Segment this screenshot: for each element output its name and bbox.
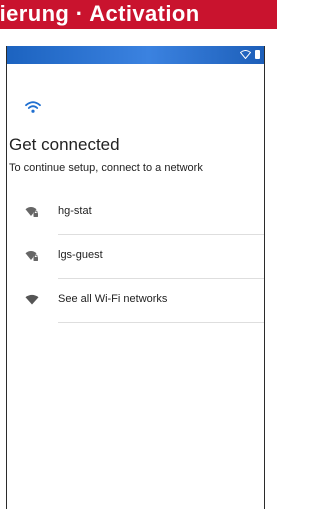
wifi-locked-icon <box>25 207 38 217</box>
network-name: lgs-guest <box>58 249 103 261</box>
see-all-networks-item[interactable]: See all Wi-Fi networks <box>7 279 264 323</box>
page-subtitle: To continue setup, connect to a network <box>9 162 203 174</box>
divider <box>58 322 264 323</box>
wifi-icon <box>25 101 41 113</box>
network-item-lgs-guest[interactable]: lgs-guest <box>7 235 264 279</box>
phone-screen: Get connected To continue setup, connect… <box>6 46 265 509</box>
banner-text: vierung · Activation <box>0 1 200 26</box>
activation-banner: vierung · Activation <box>0 0 277 29</box>
see-all-networks-label: See all Wi-Fi networks <box>58 293 168 305</box>
network-item-hg-stat[interactable]: hg-stat <box>7 191 264 235</box>
wifi-full-icon <box>25 294 39 305</box>
wifi-outline-icon <box>240 50 251 59</box>
page-title: Get connected <box>9 135 120 154</box>
status-bar <box>7 46 264 64</box>
battery-icon <box>255 50 260 59</box>
wifi-locked-icon <box>25 251 38 261</box>
network-name: hg-stat <box>58 205 92 217</box>
